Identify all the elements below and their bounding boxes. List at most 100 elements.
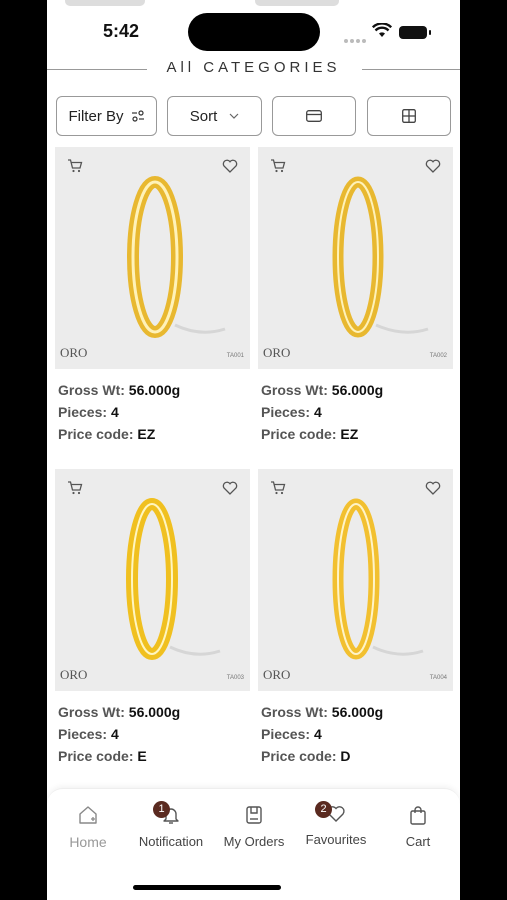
- price-code-label: Price code:: [261, 748, 337, 764]
- bangle-image: [332, 176, 429, 338]
- gross-weight-label: Gross Wt:: [261, 704, 328, 720]
- brand-logo: ORO: [60, 667, 88, 682]
- gross-weight-value: 56.000g: [128, 382, 181, 398]
- product-code: TA003: [226, 675, 244, 681]
- nav-cart[interactable]: Cart: [373, 805, 460, 849]
- price-code-label: Price code:: [58, 748, 134, 764]
- pieces-label: Pieces:: [58, 404, 108, 420]
- pieces-value: 4: [110, 404, 119, 420]
- price-code-value: D: [340, 748, 351, 764]
- gross-weight-label: Gross Wt:: [58, 382, 125, 398]
- page-header: All CATEGORIES: [47, 56, 460, 84]
- gross-weight-row: Gross Wt: 56.000g: [58, 379, 250, 401]
- cart-icon[interactable]: [67, 159, 83, 173]
- gross-weight-row: Gross Wt: 56.000g: [261, 701, 453, 723]
- bottom-nav: Home 1 Notification My Orders 2 Favourit…: [47, 788, 460, 900]
- product-code: TA004: [429, 675, 447, 681]
- pieces-row: Pieces: 4: [58, 401, 250, 423]
- product-image[interactable]: ORO TA004: [258, 469, 453, 691]
- filter-label: Filter By: [68, 107, 124, 125]
- price-code-label: Price code:: [58, 426, 134, 442]
- cart-icon[interactable]: [67, 481, 83, 495]
- brand-logo: ORO: [263, 667, 291, 682]
- pieces-label: Pieces:: [261, 726, 311, 742]
- nav-favourites[interactable]: 2 Favourites: [291, 801, 381, 847]
- status-time: 5:42: [103, 21, 140, 41]
- heart-icon[interactable]: [425, 159, 441, 173]
- battery-icon: [399, 26, 431, 39]
- price-code-row: Price code: D: [261, 745, 453, 767]
- heart-icon[interactable]: [425, 481, 441, 495]
- price-code-label: Price code:: [261, 426, 337, 442]
- product-info: Gross Wt: 56.000g Pieces: 4 Price code: …: [55, 691, 250, 767]
- nav-home[interactable]: Home: [47, 805, 133, 850]
- wifi-icon: [372, 23, 392, 37]
- status-bar: 5:42: [47, 0, 460, 52]
- product-code: TA001: [226, 353, 244, 359]
- price-code-value: EZ: [340, 426, 359, 442]
- pieces-label: Pieces:: [58, 726, 108, 742]
- list-view-icon: [306, 110, 322, 122]
- cart-icon[interactable]: [270, 159, 286, 173]
- nav-notification[interactable]: 1 Notification: [126, 801, 216, 849]
- pieces-value: 4: [110, 726, 119, 742]
- product-card[interactable]: ORO TA003 Gross Wt: 56.000g Pieces: 4 Pr…: [55, 469, 250, 767]
- nav-notification-label: Notification: [138, 834, 204, 849]
- favourites-badge: 2: [315, 801, 332, 818]
- nav-home-label: Home: [69, 834, 107, 850]
- pieces-row: Pieces: 4: [261, 401, 453, 423]
- product-image[interactable]: ORO TA002: [258, 147, 453, 369]
- nav-favourites-label: Favourites: [305, 832, 367, 847]
- pieces-value: 4: [313, 726, 322, 742]
- product-info: Gross Wt: 56.000g Pieces: 4 Price code: …: [258, 691, 453, 767]
- heart-icon[interactable]: [222, 159, 238, 173]
- product-info: Gross Wt: 56.000g Pieces: 4 Price code: …: [258, 369, 453, 445]
- header-divider: [362, 69, 460, 70]
- gross-weight-value: 56.000g: [128, 704, 181, 720]
- pieces-row: Pieces: 4: [261, 723, 453, 745]
- price-code-row: Price code: EZ: [58, 423, 250, 445]
- list-view-button[interactable]: [272, 96, 356, 136]
- bangle-image: [126, 498, 221, 660]
- brand-logo: ORO: [60, 345, 88, 360]
- pieces-label: Pieces:: [261, 404, 311, 420]
- filter-button[interactable]: Filter By: [56, 96, 157, 136]
- signal-icon: [344, 30, 368, 48]
- product-image[interactable]: ORO TA001: [55, 147, 250, 369]
- notification-badge: 1: [153, 801, 170, 818]
- grid-view-icon: [402, 109, 416, 123]
- orders-icon: [246, 806, 262, 824]
- bangle-image: [127, 176, 226, 338]
- heart-icon[interactable]: [222, 481, 238, 495]
- nav-cart-label: Cart: [405, 834, 431, 849]
- gross-weight-value: 56.000g: [331, 382, 384, 398]
- product-card[interactable]: ORO TA001 Gross Wt: 56.000g Pieces: 4 Pr…: [55, 147, 250, 445]
- dynamic-island: [188, 13, 320, 51]
- gross-weight-label: Gross Wt:: [58, 704, 125, 720]
- home-icon: [79, 806, 97, 824]
- sort-label: Sort: [189, 107, 218, 125]
- nav-my-orders[interactable]: My Orders: [209, 805, 299, 849]
- product-card[interactable]: ORO TA004 Gross Wt: 56.000g Pieces: 4 Pr…: [258, 469, 453, 767]
- filter-sliders-icon: [131, 110, 144, 122]
- product-code: TA002: [429, 353, 447, 359]
- product-info: Gross Wt: 56.000g Pieces: 4 Price code: …: [55, 369, 250, 445]
- page-title: All CATEGORIES: [166, 59, 341, 76]
- grid-view-button[interactable]: [367, 96, 451, 136]
- app-screen: 5:42 All CATEGORIES Filter By Sort ORO T…: [47, 0, 460, 900]
- cart-icon[interactable]: [270, 481, 286, 495]
- brand-logo: ORO: [263, 345, 291, 360]
- gross-weight-row: Gross Wt: 56.000g: [261, 379, 453, 401]
- product-card[interactable]: ORO TA002 Gross Wt: 56.000g Pieces: 4 Pr…: [258, 147, 453, 445]
- product-image[interactable]: ORO TA003: [55, 469, 250, 691]
- price-code-row: Price code: E: [58, 745, 250, 767]
- nav-my-orders-label: My Orders: [223, 834, 285, 849]
- toolbar: Filter By Sort: [47, 96, 460, 136]
- shopping-bag-icon: [410, 806, 426, 825]
- pieces-row: Pieces: 4: [58, 723, 250, 745]
- gross-weight-label: Gross Wt:: [261, 382, 328, 398]
- chevron-down-icon: [229, 113, 239, 119]
- sort-button[interactable]: Sort: [167, 96, 262, 136]
- price-code-value: EZ: [137, 426, 156, 442]
- home-indicator: [133, 885, 281, 890]
